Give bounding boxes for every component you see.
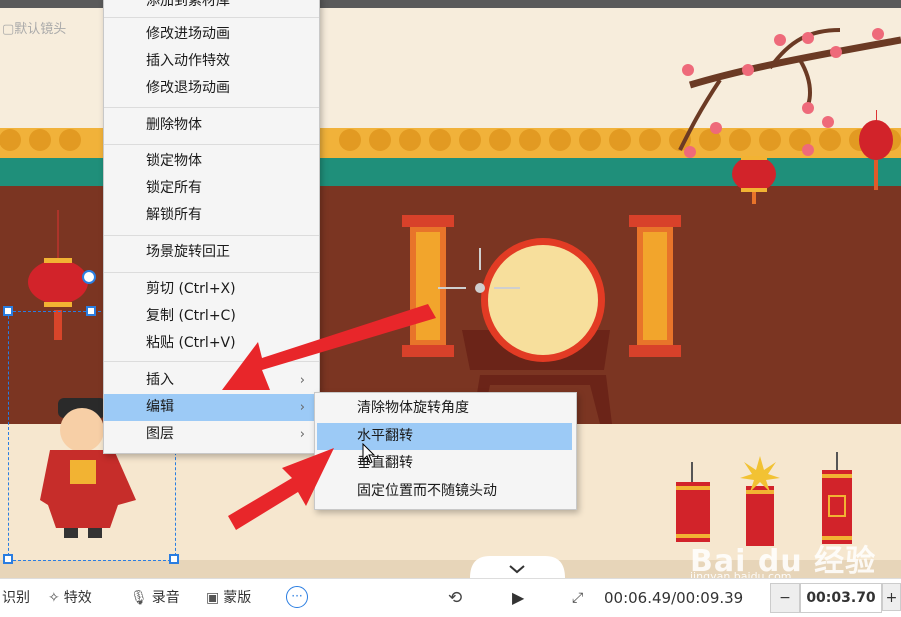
resize-handle-top[interactable]: [86, 306, 96, 316]
resize-handle-top-left[interactable]: [3, 306, 13, 316]
mask-button[interactable]: ▣ 蒙版: [206, 587, 251, 609]
camera-label: ▢默认镜头: [2, 22, 67, 37]
recognize-tool[interactable]: 识别: [2, 587, 30, 609]
chevron-right-icon: ›: [299, 427, 305, 442]
edit-submenu: 清除物体旋转角度 水平翻转 垂直翻转 固定位置而不随镜头动: [314, 392, 577, 510]
play-icon[interactable]: ▶: [512, 587, 524, 609]
record-button[interactable]: 🎙 录音: [130, 587, 180, 609]
menu-item-cut[interactable]: 剪切 (Ctrl+X): [104, 276, 319, 303]
submenu-item-flip-horizontal[interactable]: 水平翻转: [317, 423, 572, 450]
resize-handle-bottom-right[interactable]: [169, 554, 179, 564]
rotate-handle[interactable]: [82, 270, 96, 284]
menu-item-layer[interactable]: 图层 ›: [104, 421, 319, 448]
menu-item-paste[interactable]: 粘贴 (Ctrl+V): [104, 330, 319, 357]
mask-icon: ▣: [206, 590, 220, 606]
camera-icon: ▢: [2, 22, 15, 37]
menu-separator: [104, 107, 319, 108]
bottom-toolbar: 识别 ✧ 特效 🎙 录音 ▣ 蒙版 ··· ⟲ ▶ ⤢ 00:06.49/00:09.…: [0, 578, 901, 617]
resize-handle-bottom-left[interactable]: [3, 554, 13, 564]
submenu-item-flip-vertical[interactable]: 垂直翻转: [315, 450, 576, 477]
menu-item-insert[interactable]: 插入 ›: [104, 367, 319, 394]
menu-item-copy[interactable]: 复制 (Ctrl+C): [104, 303, 319, 330]
menu-item-edit[interactable]: 编辑 ›: [104, 394, 319, 421]
time-display: 00:06.49/00:09.39: [604, 589, 744, 607]
microphone-icon: 🎙: [130, 590, 148, 606]
menu-separator: [104, 17, 319, 18]
watermark-url: jingyan.baidu.com: [690, 570, 792, 578]
mouse-cursor-icon: [362, 443, 376, 464]
duration-plus-button[interactable]: +: [882, 583, 901, 611]
menu-item-add-to-library[interactable]: 添加到素材库: [104, 0, 319, 15]
menu-separator: [104, 361, 319, 362]
menu-item-delete-object[interactable]: 删除物体: [104, 112, 319, 139]
duration-input[interactable]: 00:03.70: [800, 583, 882, 613]
effects-button[interactable]: ✧ 特效: [48, 587, 92, 609]
context-menu: 添加到素材库 修改进场动画 插入动作特效 修改退场动画 删除物体 锁定物体 锁定…: [103, 0, 320, 454]
expand-icon[interactable]: ⤢: [572, 587, 583, 609]
rewind-icon[interactable]: ⟲: [448, 587, 462, 609]
menu-item-unlock-all[interactable]: 解锁所有: [104, 202, 319, 229]
duration-minus-button[interactable]: −: [770, 583, 800, 613]
menu-item-insert-action-effect[interactable]: 插入动作特效: [104, 48, 319, 75]
chevron-right-icon: ›: [299, 373, 305, 388]
menu-item-reset-scene-rotation[interactable]: 场景旋转回正: [104, 239, 319, 266]
more-icon[interactable]: ···: [286, 586, 308, 608]
menu-item-modify-entrance[interactable]: 修改进场动画: [104, 21, 319, 48]
menu-item-modify-exit[interactable]: 修改退场动画: [104, 75, 319, 102]
menu-item-lock-all[interactable]: 锁定所有: [104, 175, 319, 202]
menu-item-lock-object[interactable]: 锁定物体: [104, 148, 319, 175]
menu-separator: [104, 144, 319, 145]
chevron-right-icon: ›: [299, 400, 305, 415]
menu-separator: [104, 235, 319, 236]
submenu-item-fixed-position[interactable]: 固定位置而不随镜头动: [315, 478, 576, 505]
menu-separator: [104, 272, 319, 273]
submenu-item-clear-rotation[interactable]: 清除物体旋转角度: [315, 395, 576, 422]
sparkle-icon: ✧: [48, 590, 60, 606]
